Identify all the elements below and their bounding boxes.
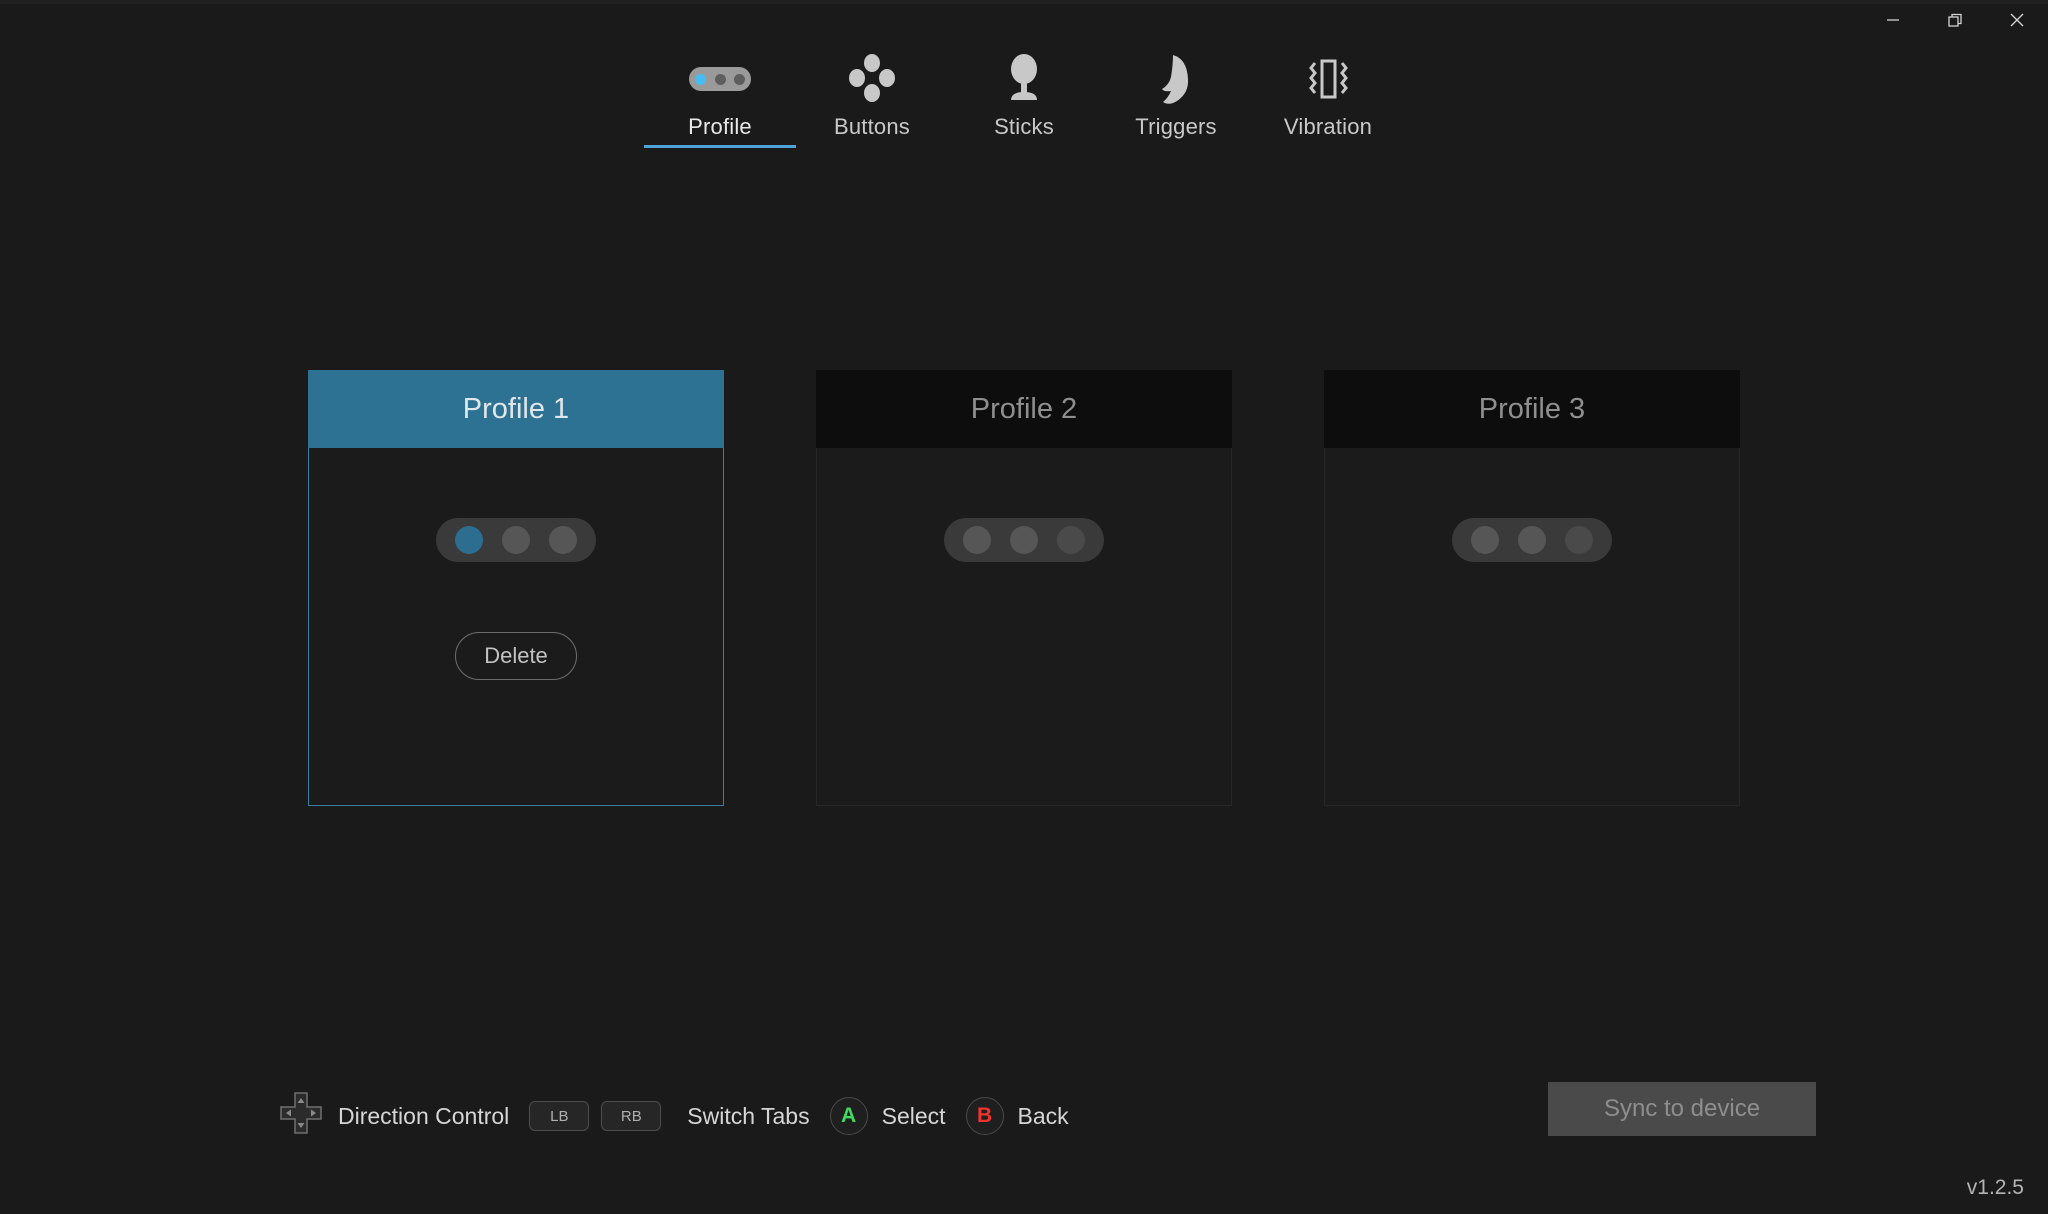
tab-buttons-label: Buttons xyxy=(833,114,910,139)
hint-back-label: Back xyxy=(1017,1102,1069,1129)
profile-card-2[interactable]: Profile 2 xyxy=(816,370,1232,806)
restore-icon xyxy=(1944,9,1966,31)
hint-switch-tabs-label: Switch Tabs xyxy=(687,1102,810,1129)
title-bar xyxy=(0,0,2048,4)
profile-card-list: Profile 1 Delete Profile 2 Profile 3 xyxy=(0,370,2048,806)
minimize-button[interactable] xyxy=(1862,0,1924,40)
hint-direction-control: Direction Control xyxy=(278,1090,529,1142)
analog-stick-icon xyxy=(997,52,1051,106)
buttons-dpad-icon xyxy=(845,52,899,106)
tab-profile[interactable]: Profile xyxy=(644,52,796,148)
close-button[interactable] xyxy=(1986,0,2048,40)
controller-hint-bar: Direction Control LB RB Switch Tabs A Se… xyxy=(278,1090,1089,1142)
profile-card-3-title: Profile 3 xyxy=(1324,370,1740,448)
sync-to-device-button[interactable]: Sync to device xyxy=(1548,1082,1816,1136)
profile-card-3[interactable]: Profile 3 xyxy=(1324,370,1740,806)
profile-card-1[interactable]: Profile 1 Delete xyxy=(308,370,724,806)
minimize-icon xyxy=(1882,9,1904,31)
tab-sticks-label: Sticks xyxy=(994,114,1054,139)
tab-underline-inactive xyxy=(1100,145,1252,148)
hint-back: B Back xyxy=(965,1097,1089,1135)
profile-3-slot-indicator xyxy=(1452,518,1612,562)
tab-vibration[interactable]: Vibration xyxy=(1252,52,1404,148)
profile-card-2-title: Profile 2 xyxy=(816,370,1232,448)
hint-switch-tabs: LB RB Switch Tabs xyxy=(529,1101,829,1131)
close-icon xyxy=(2006,9,2028,31)
hint-select-label: Select xyxy=(881,1102,946,1129)
tab-bar: Profile Buttons Sticks Triggers Vibratio… xyxy=(0,52,2048,148)
profile-card-1-body: Delete xyxy=(308,448,724,806)
tab-vibration-label: Vibration xyxy=(1283,114,1373,139)
key-lb: LB xyxy=(529,1101,590,1131)
restore-button[interactable] xyxy=(1924,0,1986,40)
vibration-icon xyxy=(1301,52,1355,106)
trigger-icon xyxy=(1150,52,1202,106)
tab-underline-inactive xyxy=(796,145,948,148)
hint-direction-control-label: Direction Control xyxy=(338,1102,510,1129)
window-controls xyxy=(1862,0,2048,40)
profile-card-3-body xyxy=(1324,448,1740,806)
profile-dots-icon xyxy=(689,52,751,106)
tab-underline-inactive xyxy=(1252,145,1404,148)
button-b-icon: B xyxy=(965,1097,1004,1135)
hint-select: A Select xyxy=(829,1097,966,1135)
tab-triggers-label: Triggers xyxy=(1135,114,1217,139)
tab-sticks[interactable]: Sticks xyxy=(948,52,1100,148)
button-a-icon: A xyxy=(829,1097,868,1135)
profile-card-2-body xyxy=(816,448,1232,806)
delete-profile-1-button[interactable]: Delete xyxy=(455,632,577,680)
profile-1-slot-indicator xyxy=(436,518,596,562)
app-window: Profile Buttons Sticks Triggers Vibratio… xyxy=(0,0,2048,1214)
profile-2-slot-indicator xyxy=(944,518,1104,562)
tab-active-underline xyxy=(644,145,796,148)
tab-underline-inactive xyxy=(948,145,1100,148)
dpad-icon xyxy=(278,1090,324,1142)
tab-profile-label: Profile xyxy=(688,114,752,139)
version-label: v1.2.5 xyxy=(1966,1176,2024,1199)
profile-card-1-title: Profile 1 xyxy=(308,370,724,448)
tab-buttons[interactable]: Buttons xyxy=(796,52,948,148)
tab-triggers[interactable]: Triggers xyxy=(1100,52,1252,148)
key-rb: RB xyxy=(601,1101,662,1131)
